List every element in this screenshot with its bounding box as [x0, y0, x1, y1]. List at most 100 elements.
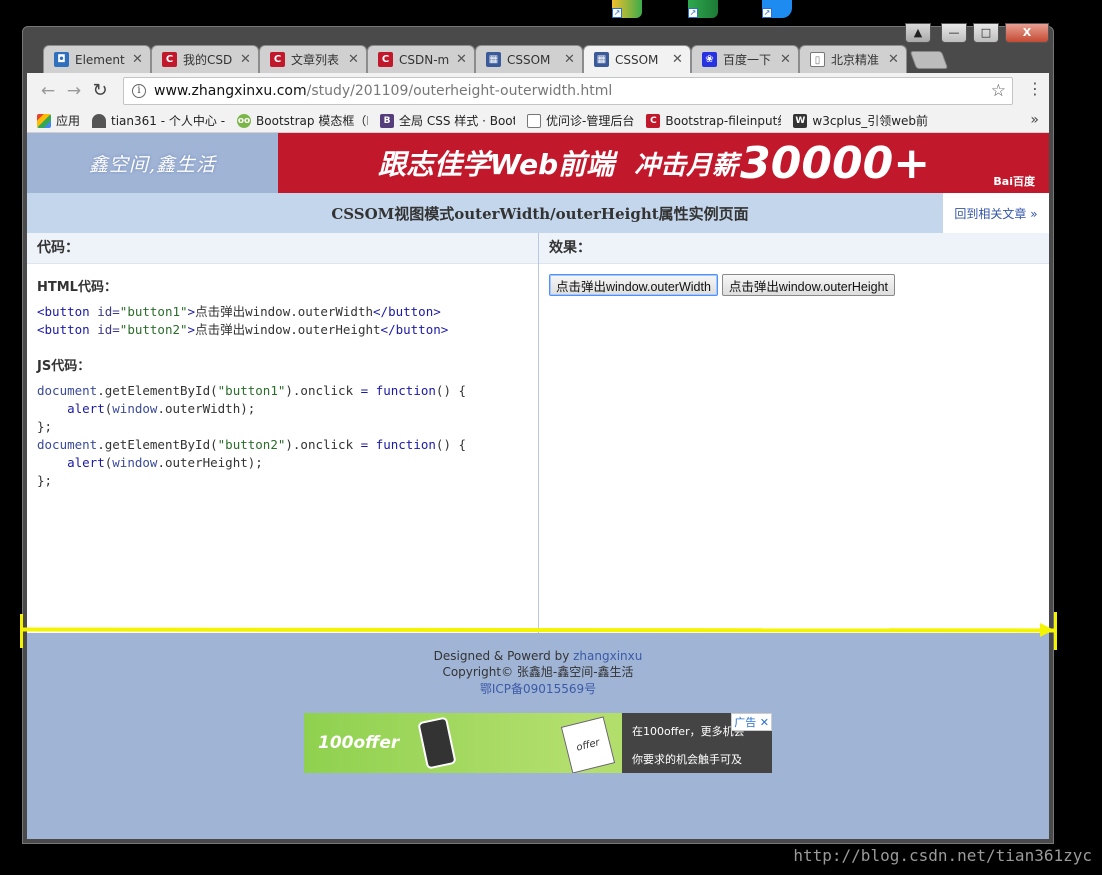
baidu-logo: Bai百度 — [993, 175, 1035, 188]
tab-baidu[interactable]: ❀ 百度一下 ✕ — [691, 45, 799, 73]
ad-salary: 30000+ — [740, 137, 931, 189]
bookmark-bootstrap-modal[interactable]: oo Bootstrap 模态框（M — [237, 112, 368, 129]
bootstrap-icon: B — [380, 113, 395, 128]
code-heading: 代码： — [27, 233, 538, 264]
page-title-bar: CSSOM视图模式outerWidth/outerHeight属性实例页面 回到… — [27, 193, 1049, 233]
ad-tag-label: 广告 — [734, 716, 757, 729]
browser-toolbar: ← → ↻ i www.zhangxinxu.com/study/201109/… — [27, 73, 1049, 109]
runoob-icon: oo — [237, 113, 252, 128]
url-path: /study/201109/outerheight-outerwidth.htm… — [306, 83, 613, 99]
maximize-button[interactable]: □ — [973, 23, 999, 43]
js-code-block: document.getElementById("button1").oncli… — [37, 383, 467, 488]
bookmarks-bar: 应用 tian361 - 个人中心 - oo Bootstrap 模态框（M B… — [27, 109, 1049, 133]
footer-copyright: Copyright© 张鑫旭-鑫空间-鑫生活 — [442, 665, 634, 679]
close-icon[interactable]: ✕ — [456, 52, 468, 67]
address-bar[interactable]: i www.zhangxinxu.com/study/201109/outerh… — [123, 77, 1013, 105]
tab-beijing[interactable]: ▯ 北京精准 ✕ — [799, 45, 907, 73]
info-icon[interactable]: i — [132, 84, 146, 98]
w3cplus-icon: W — [793, 113, 808, 128]
author-link[interactable]: zhangxinxu — [573, 649, 642, 663]
zxx-icon: ▦ — [486, 52, 501, 67]
reload-icon[interactable]: ↻ — [87, 78, 113, 104]
close-icon[interactable]: ✕ — [672, 52, 684, 67]
bookmark-label: 应用 — [56, 114, 81, 128]
tab-label: 文章列表 — [291, 53, 340, 67]
bookmark-label: 优问诊-管理后台 — [546, 114, 635, 128]
minimize-button[interactable]: — — [941, 23, 967, 43]
tab-strip: ◘ Element ✕ C 我的CSD ✕ C 文章列表 ✕ C CSDN-m … — [43, 45, 949, 73]
apps-grid-icon — [37, 113, 51, 128]
page-title: CSSOM视图模式outerWidth/outerHeight属性实例页面 — [331, 204, 749, 223]
ad-close-tag[interactable]: 广告 ✕ — [731, 713, 772, 731]
html-code-block: <button id="button1">点击弹出window.outerWid… — [37, 304, 449, 337]
close-icon[interactable]: ✕ — [132, 52, 144, 67]
close-icon[interactable]: ✕ — [348, 52, 360, 67]
outer-height-button[interactable]: 点击弹出window.outerHeight — [721, 274, 896, 296]
tab-cssom-active[interactable]: ▦ CSSOM ✕ — [583, 45, 691, 73]
site-banner: 鑫空间,鑫生活 跟志佳学Web前端 冲击月薪 30000+ Bai百度 — [27, 133, 1049, 193]
tab-article-list[interactable]: C 文章列表 ✕ — [259, 45, 367, 73]
bookmark-label: Bootstrap 模态框（M — [256, 114, 369, 128]
desktop-shortcut-tim-icon[interactable]: ↗ — [762, 0, 792, 20]
annotation-right-tick — [1054, 612, 1057, 650]
baidu-icon: ❀ — [702, 52, 717, 67]
tab-label: 北京精准 — [831, 53, 880, 67]
ad-subline: 冲击月薪 — [634, 150, 739, 181]
browser-window: ▲ — □ X ◘ Element ✕ C 我的CSD ✕ C 文章列表 ✕ C — [22, 23, 1054, 844]
effect-heading: 效果： — [539, 233, 1049, 264]
csdn-icon: C — [378, 52, 393, 67]
close-window-button[interactable]: X — [1005, 23, 1049, 43]
outer-width-button[interactable]: 点击弹出window.outerWidth — [549, 274, 718, 296]
tab-csdn-m[interactable]: C CSDN-m ✕ — [367, 45, 475, 73]
tab-cssom-1[interactable]: ▦ CSSOM ✕ — [475, 45, 583, 73]
url-host: www.zhangxinxu.com — [154, 83, 307, 99]
footer-credits-prefix: Designed & Powerd by — [433, 649, 574, 663]
site-logo[interactable]: 鑫空间,鑫生活 — [27, 133, 278, 193]
phone-icon — [417, 716, 457, 770]
tab-label: 百度一下 — [723, 53, 772, 67]
page-icon: ▯ — [810, 52, 825, 67]
bookmark-youwenzhen[interactable]: 优问诊-管理后台 — [527, 112, 634, 129]
watermark: http://blog.csdn.net/tian361zyc — [793, 846, 1092, 865]
tab-label: CSDN-m — [399, 52, 450, 67]
tab-label: CSSOM — [615, 52, 659, 67]
back-arrow-icon[interactable]: ← — [35, 78, 61, 104]
desktop-shortcut-chrome-icon[interactable]: ↗ — [612, 0, 642, 20]
footer-ad[interactable]: 100offer offer 在100offer，更多机会 你要求的机会触手可及… — [304, 713, 772, 773]
ad-headline: 跟志佳学Web前端 — [378, 148, 615, 181]
close-icon[interactable]: ✕ — [780, 52, 792, 67]
banner-ad[interactable]: 跟志佳学Web前端 冲击月薪 30000+ Bai百度 — [278, 133, 1049, 193]
browser-menu-icon[interactable]: ⋮ — [1027, 79, 1043, 98]
close-icon[interactable]: ✕ — [240, 52, 252, 67]
html-code-heading: HTML代码： — [37, 280, 117, 295]
tab-csdn-mine[interactable]: C 我的CSD ✕ — [151, 45, 259, 73]
profile-icon[interactable]: ▲ — [905, 23, 931, 43]
new-tab-button[interactable] — [909, 51, 949, 69]
tab-label: CSSOM — [507, 52, 551, 67]
tab-element[interactable]: ◘ Element ✕ — [43, 45, 151, 73]
csdn-icon: C — [270, 52, 285, 67]
bookmark-bootstrap-css[interactable]: B 全局 CSS 样式 · Boot — [380, 112, 515, 129]
desktop-shortcut-green-icon[interactable]: ↗ — [688, 0, 718, 20]
forward-arrow-icon[interactable]: → — [61, 78, 87, 104]
bookmark-w3cplus[interactable]: W w3cplus_引领web前 — [793, 112, 928, 129]
bookmark-apps[interactable]: 应用 — [37, 112, 80, 129]
bookmark-label: w3cplus_引领web前 — [812, 114, 929, 128]
more-bookmarks-icon[interactable]: » — [1030, 112, 1039, 128]
close-icon[interactable]: ✕ — [888, 52, 900, 67]
desktop: ↗ ↗ ↗ ▲ — □ X ◘ Element ✕ C 我的CSD ✕ C 文章… — [0, 0, 1102, 875]
back-to-article-link[interactable]: 回到相关文章 » — [943, 193, 1049, 233]
csdn-icon: C — [162, 52, 177, 67]
window-controls: ▲ — □ X — [905, 23, 1049, 43]
page-footer: Designed & Powerd by zhangxinxu Copyrigh… — [27, 633, 1049, 839]
bookmark-label: tian361 - 个人中心 - — [111, 114, 226, 128]
bookmark-star-icon[interactable]: ☆ — [991, 81, 1006, 101]
zxx-icon: ▦ — [594, 52, 609, 67]
bookmark-tian361[interactable]: tian361 - 个人中心 - — [92, 112, 225, 129]
devtools-icon: ◘ — [54, 52, 69, 67]
offer-paper-icon: offer — [560, 716, 616, 773]
ad-text-box: 在100offer，更多机会 你要求的机会触手可及 广告 ✕ — [622, 713, 772, 773]
bookmark-fileinput[interactable]: C Bootstrap-fileinput组 — [646, 112, 781, 129]
icp-link[interactable]: 鄂ICP备09015569号 — [27, 680, 1049, 697]
close-icon[interactable]: ✕ — [564, 52, 576, 67]
